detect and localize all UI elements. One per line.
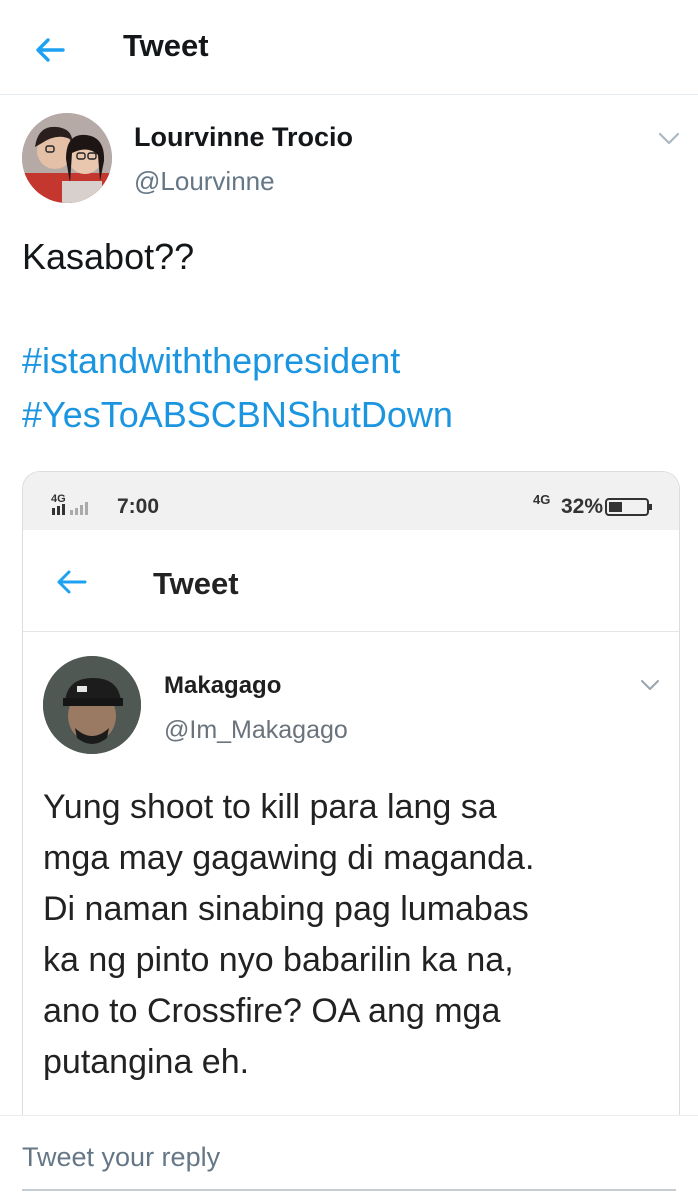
chevron-down-icon: [658, 132, 680, 145]
profile-photo: [22, 113, 112, 203]
chevron-down-icon: [641, 680, 659, 690]
embedded-author-name: Makagago: [164, 672, 282, 699]
page-title: Tweet: [123, 28, 209, 63]
hashtag-link[interactable]: #istandwiththepresident: [22, 340, 400, 382]
arrow-left-icon: [57, 570, 87, 594]
embedded-top-bar: Tweet: [23, 530, 679, 632]
text-line: Yung shoot to kill para lang sa: [43, 788, 497, 826]
battery-level: 32%: [561, 495, 604, 518]
text-line: putangina eh.: [43, 1043, 250, 1081]
author-handle[interactable]: @Lourvinne: [134, 166, 275, 197]
reply-bar: [0, 1115, 698, 1200]
text-line: ano to Crossfire? OA ang mga: [43, 992, 501, 1030]
embedded-author-handle: @Im_Makagago: [164, 716, 348, 744]
text-line: mga may gagawing di maganda.: [43, 839, 535, 877]
svg-text:4G: 4G: [51, 493, 66, 505]
attached-screenshot[interactable]: 4G 7:00 4G 32% Tweet Makagago @Im_Makaga…: [22, 471, 680, 1133]
reply-underline: [22, 1189, 676, 1191]
back-button[interactable]: [30, 30, 70, 70]
network-indicator: 4G: [533, 492, 551, 507]
top-bar: Tweet: [0, 0, 698, 95]
avatar[interactable]: [22, 113, 112, 203]
signal-icon: 4G: [51, 493, 88, 515]
text-line: ka ng pinto nyo babarilin ka na,: [43, 941, 514, 979]
tweet-menu-button[interactable]: [654, 126, 684, 152]
hashtag-link[interactable]: #YesToABSCBNShutDown: [22, 394, 453, 436]
embedded-tweet-text: Yung shoot to kill para lang sa mga may …: [43, 782, 663, 1088]
author-name[interactable]: Lourvinne Trocio: [134, 122, 353, 153]
embedded-avatar: [43, 656, 141, 754]
battery-icon: [605, 498, 652, 516]
tweet-text: Kasabot??: [22, 236, 195, 277]
reply-input[interactable]: [22, 1142, 662, 1173]
embedded-profile-photo: [43, 656, 141, 754]
arrow-left-icon: [36, 38, 65, 62]
embedded-page-title: Tweet: [153, 566, 239, 601]
status-time: 7:00: [117, 495, 160, 518]
text-line: Di naman sinabing pag lumabas: [43, 890, 529, 928]
status-bar: 4G 7:00 4G 32%: [23, 472, 679, 530]
